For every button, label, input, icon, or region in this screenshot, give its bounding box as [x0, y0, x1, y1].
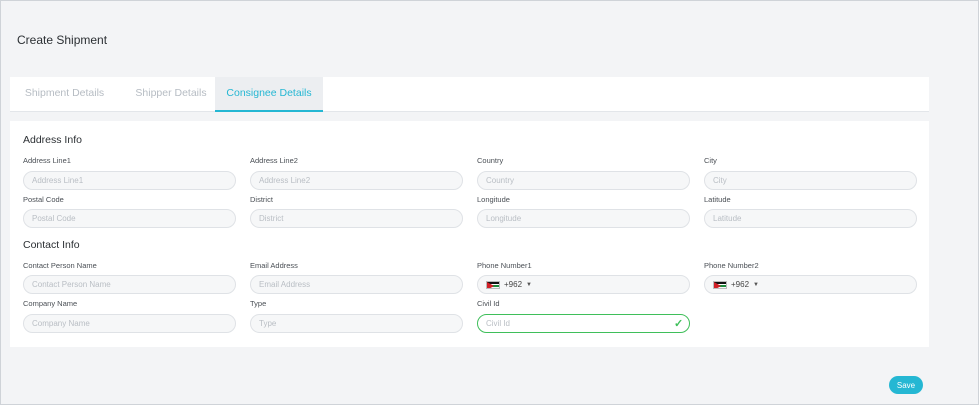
- postal-code-label: Postal Code: [23, 195, 64, 204]
- address-line1-input[interactable]: [23, 171, 236, 190]
- latitude-label: Latitude: [704, 195, 731, 204]
- country-label: Country: [477, 156, 504, 165]
- tab-shipper-details[interactable]: Shipper Details: [121, 77, 221, 112]
- phone-number2-label: Phone Number2: [704, 261, 759, 270]
- address-line2-label: Address Line2: [250, 156, 298, 165]
- caret-down-icon[interactable]: ▼: [526, 282, 532, 288]
- phone-number2-dial-code: +962: [731, 280, 750, 289]
- address-line2-input[interactable]: [250, 171, 463, 190]
- jordan-flag-icon[interactable]: [486, 280, 500, 289]
- phone-number2-field[interactable]: +962 ▼: [704, 275, 917, 294]
- civil-id-label: Civil Id: [477, 299, 500, 308]
- address-info-title: Address Info: [23, 134, 82, 146]
- consignee-form-card: Address Info Address Line1 Address Line2…: [10, 121, 929, 347]
- contact-person-name-input[interactable]: [23, 275, 236, 294]
- type-input[interactable]: [250, 314, 463, 333]
- email-address-label: Email Address: [250, 261, 298, 270]
- city-input[interactable]: [704, 171, 917, 190]
- phone-number1-field[interactable]: +962 ▼: [477, 275, 690, 294]
- contact-person-name-label: Contact Person Name: [23, 261, 97, 270]
- address-line1-label: Address Line1: [23, 156, 71, 165]
- postal-code-input[interactable]: [23, 209, 236, 228]
- tab-bar: Shipment Details Shipper Details Consign…: [10, 77, 929, 112]
- app-frame: Create Shipment Shipment Details Shipper…: [0, 0, 979, 405]
- longitude-input[interactable]: [477, 209, 690, 228]
- phone-number1-label: Phone Number1: [477, 261, 532, 270]
- country-input[interactable]: [477, 171, 690, 190]
- phone-number1-dial-code: +962: [504, 280, 523, 289]
- type-label: Type: [250, 299, 267, 308]
- city-label: City: [704, 156, 717, 165]
- district-input[interactable]: [250, 209, 463, 228]
- latitude-input[interactable]: [704, 209, 917, 228]
- longitude-label: Longitude: [477, 195, 510, 204]
- tab-consignee-details[interactable]: Consignee Details: [215, 77, 323, 112]
- save-button[interactable]: Save: [889, 376, 923, 394]
- company-name-input[interactable]: [23, 314, 236, 333]
- company-name-label: Company Name: [23, 299, 78, 308]
- caret-down-icon[interactable]: ▼: [753, 282, 759, 288]
- jordan-flag-icon[interactable]: [713, 280, 727, 289]
- tab-shipment-details[interactable]: Shipment Details: [12, 77, 117, 112]
- district-label: District: [250, 195, 273, 204]
- email-address-input[interactable]: [250, 275, 463, 294]
- civil-id-input[interactable]: [477, 314, 690, 333]
- contact-info-title: Contact Info: [23, 239, 80, 251]
- check-icon: ✓: [674, 318, 684, 330]
- page-title: Create Shipment: [17, 33, 108, 47]
